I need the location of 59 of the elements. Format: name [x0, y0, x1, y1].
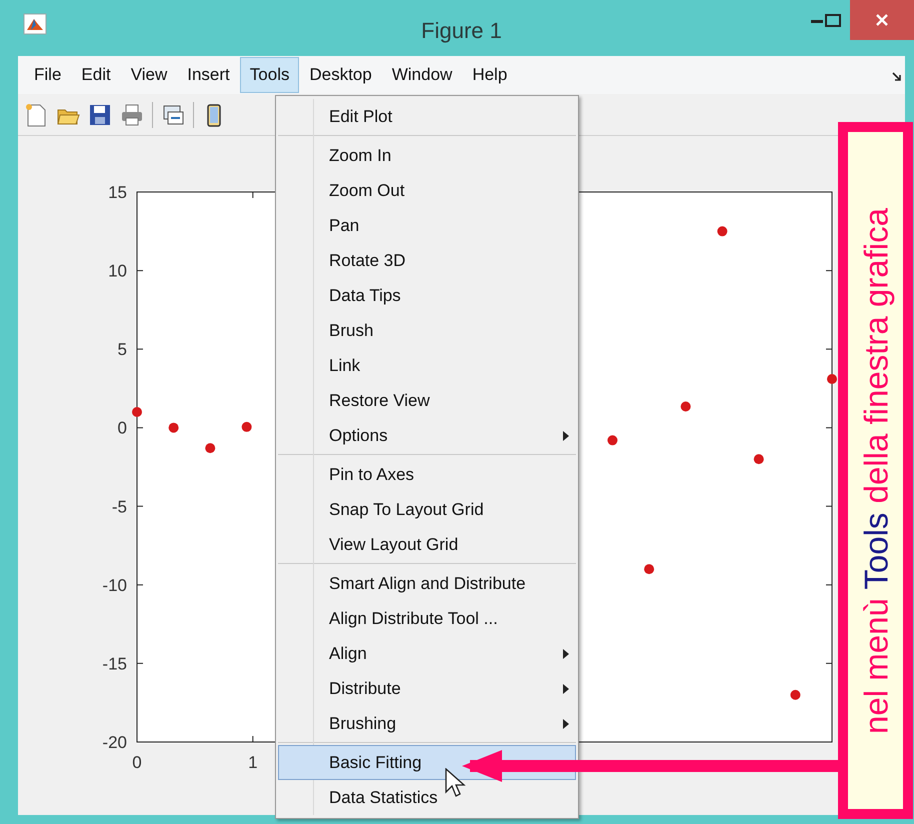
close-button[interactable]	[850, 0, 914, 40]
data-point	[680, 402, 691, 412]
y-tick-label: 5	[118, 340, 127, 360]
menu-item[interactable]: Align	[278, 636, 576, 671]
data-point	[132, 407, 142, 417]
menu-item[interactable]: Help	[462, 57, 518, 93]
menu-item[interactable]: Data Statistics	[278, 780, 576, 815]
app-icon	[23, 13, 47, 35]
menu-item[interactable]: View Layout Grid	[278, 527, 576, 562]
x-tick-label: 1	[248, 753, 258, 772]
data-point	[242, 422, 252, 432]
menu-item[interactable]: Insert	[177, 57, 240, 93]
menu-item[interactable]: Distribute	[278, 671, 576, 706]
menu-item[interactable]: View	[120, 57, 178, 93]
menu-item[interactable]: Edit	[71, 57, 121, 93]
printer-icon[interactable]	[120, 102, 144, 126]
close-icon	[876, 14, 888, 26]
annotation-text: nel menù Tools della finestra grafica	[856, 208, 896, 734]
menu-item[interactable]: File	[24, 57, 72, 93]
data-point	[717, 226, 728, 236]
menu-item[interactable]: Window	[382, 57, 462, 93]
y-tick-label: 0	[118, 418, 127, 438]
window-title: Figure 1	[420, 17, 503, 45]
y-tick-label: 10	[108, 262, 127, 281]
menu-item[interactable]: Rotate 3D	[278, 243, 576, 278]
menu-item[interactable]: Options	[278, 418, 576, 453]
menu-item[interactable]: Zoom Out	[278, 173, 576, 208]
menu-item[interactable]: Data Tips	[278, 278, 576, 313]
menu-item[interactable]: Zoom In	[278, 138, 576, 173]
x-tick-label: 0	[132, 753, 142, 772]
cursor-icon	[445, 768, 466, 798]
menu-item[interactable]: Pan	[278, 208, 576, 243]
y-tick-label: -10	[102, 576, 127, 595]
data-point	[790, 690, 800, 700]
windows-icon[interactable]	[161, 102, 185, 126]
maximize-icon[interactable]	[825, 14, 841, 27]
data-point	[168, 422, 179, 433]
menu-item[interactable]: Desktop	[299, 57, 382, 93]
menu-item[interactable]: Restore View	[278, 383, 576, 418]
data-point	[608, 435, 618, 446]
data-point	[827, 374, 837, 384]
data-point	[205, 443, 216, 454]
menu-item[interactable]: Link	[278, 348, 576, 383]
menu-item[interactable]: Smart Align and Distribute	[278, 566, 576, 601]
dock-icon[interactable]	[892, 72, 902, 82]
menu-item[interactable]: Align Distribute Tool ...	[278, 601, 576, 636]
data-point	[754, 454, 764, 464]
menu-item[interactable]: Tools	[240, 57, 300, 93]
menu-item[interactable]: Brushing	[278, 706, 576, 741]
menu-item[interactable]: Pin to Axes	[278, 457, 576, 492]
y-tick-label: -15	[102, 654, 127, 674]
menu-item[interactable]: Snap To Layout Grid	[278, 492, 576, 527]
new-file-icon[interactable]	[24, 102, 48, 126]
data-point	[644, 564, 654, 574]
y-tick-label: 15	[108, 183, 127, 202]
y-tick-label: -5	[112, 497, 127, 516]
y-tick-label: -20	[102, 733, 127, 752]
save-icon[interactable]	[88, 102, 112, 126]
menu-item[interactable]: Brush	[278, 313, 576, 348]
